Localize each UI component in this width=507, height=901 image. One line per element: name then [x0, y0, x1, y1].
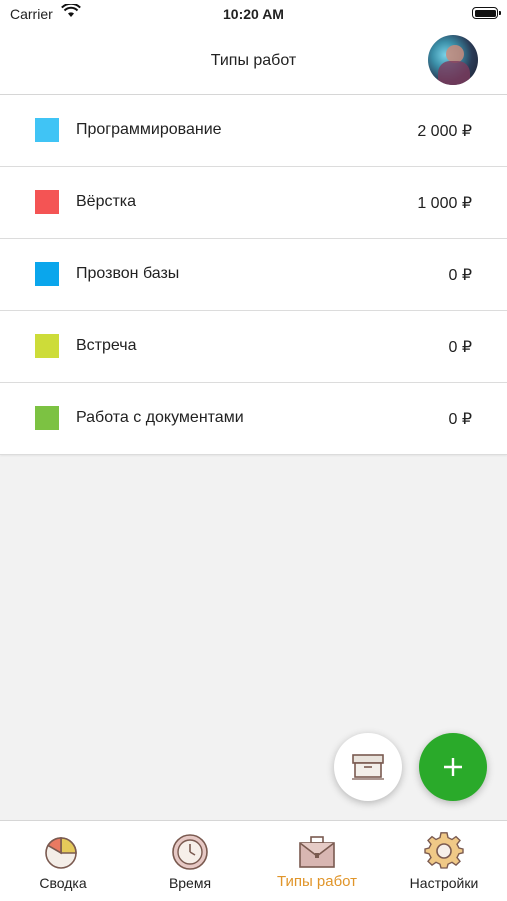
tab-label: Настройки	[409, 875, 479, 891]
add-work-type-button[interactable]	[419, 733, 487, 801]
color-swatch	[35, 262, 59, 286]
work-type-label: Прозвон базы	[76, 265, 180, 282]
work-type-row[interactable]: Встреча 0 ₽	[0, 311, 507, 383]
clock-time: 10:20 AM	[223, 6, 284, 22]
work-type-label: Вёрстка	[76, 193, 137, 210]
archive-button[interactable]	[334, 733, 402, 801]
tab-time[interactable]: Время	[127, 821, 253, 901]
battery-icon	[472, 7, 501, 19]
work-type-label: Программирование	[76, 121, 222, 138]
work-type-amount: 0 ₽	[448, 411, 472, 428]
color-swatch	[35, 190, 59, 214]
work-type-label: Работа с документами	[76, 409, 244, 426]
tab-label: Типы работ	[276, 873, 358, 890]
work-type-row[interactable]: Вёрстка 1 000 ₽	[0, 167, 507, 239]
color-swatch	[35, 406, 59, 430]
archive-box-icon	[352, 754, 384, 780]
navigation-bar: Типы работ	[0, 30, 507, 95]
color-swatch	[35, 118, 59, 142]
work-type-amount: 1 000 ₽	[417, 195, 472, 212]
plus-icon	[444, 758, 462, 776]
work-type-amount: 0 ₽	[448, 267, 472, 284]
gear-icon	[424, 832, 464, 869]
work-type-amount: 2 000 ₽	[417, 123, 472, 140]
briefcase-icon	[299, 836, 335, 868]
work-types-list: Программирование 2 000 ₽ Вёрстка 1 000 ₽…	[0, 95, 507, 455]
color-swatch	[35, 334, 59, 358]
work-type-row[interactable]: Работа с документами 0 ₽	[0, 383, 507, 455]
tab-label: Время	[168, 875, 212, 891]
tab-work-types[interactable]: Типы работ	[254, 821, 380, 901]
tab-settings[interactable]: Настройки	[381, 821, 507, 901]
clock-icon	[172, 834, 208, 870]
tab-label: Сводка	[39, 875, 87, 891]
pie-chart-icon	[45, 837, 77, 869]
work-type-amount: 0 ₽	[448, 339, 472, 356]
work-type-label: Встреча	[76, 337, 137, 354]
tab-bar: Сводка Время Типы работ Настройки	[0, 820, 507, 901]
avatar[interactable]	[428, 35, 478, 85]
work-type-row[interactable]: Программирование 2 000 ₽	[0, 95, 507, 167]
tab-summary[interactable]: Сводка	[0, 821, 126, 901]
work-type-row[interactable]: Прозвон базы 0 ₽	[0, 239, 507, 311]
status-bar: Carrier 10:20 AM	[0, 0, 507, 30]
